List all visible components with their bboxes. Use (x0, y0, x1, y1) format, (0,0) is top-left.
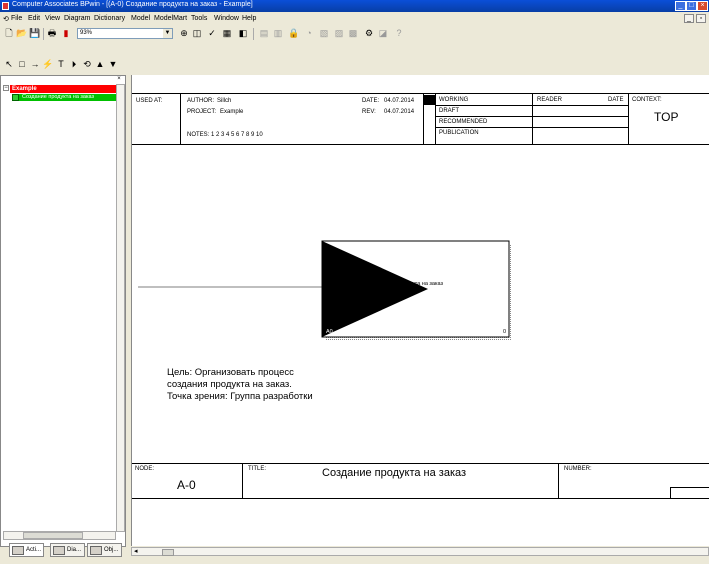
diagram-title: Создание продукта на заказ (322, 467, 467, 479)
close-button[interactable]: × (697, 1, 708, 11)
spell-check-icon[interactable]: ✓ (206, 28, 218, 39)
arrow-tool-icon[interactable]: → (29, 59, 41, 70)
goal-line-1: Цель: Организовать процесс (167, 367, 294, 378)
app-icon (2, 2, 9, 10)
modelmart-icon-4[interactable]: ▧ (318, 28, 330, 39)
reference-tool-icon[interactable]: ⟲ (81, 59, 93, 70)
tab-activities[interactable]: Acti... (9, 543, 44, 557)
panel-close-icon[interactable]: × (114, 76, 124, 82)
mdi-minimize-button[interactable]: _ (684, 14, 694, 23)
tree-root-item[interactable]: Example (10, 85, 118, 93)
menu-view[interactable]: View (45, 15, 60, 22)
menu-file[interactable]: File (11, 15, 22, 22)
report-icon-2[interactable]: ◪ (377, 28, 389, 39)
new-icon[interactable]: 🗋 (3, 28, 15, 39)
open-icon[interactable]: 📂 (16, 28, 28, 39)
activity-cost: 0 (503, 329, 507, 335)
off-page-tool-icon[interactable]: ⏵ (68, 59, 80, 70)
zoom-value: 93% (80, 30, 93, 36)
modelmart-icon-1[interactable]: ▤ (258, 28, 270, 39)
lock-icon[interactable]: 🔒 (288, 28, 300, 39)
activity-name[interactable]: Создание продукта на заказ (371, 281, 443, 287)
goal-text: Цель: Организовать процесс создания прод… (167, 367, 313, 403)
number-label: NUMBER: (564, 466, 592, 472)
canvas-scroll-thumb[interactable] (162, 549, 174, 556)
tab-objects[interactable]: Obj... (87, 543, 122, 557)
scroll-left-icon[interactable]: ◂ (134, 548, 138, 555)
menu-window[interactable]: Window (214, 15, 239, 22)
zoom-in-icon[interactable]: ⊕ (178, 28, 190, 39)
zoom-select[interactable]: 93% ▼ (77, 28, 173, 39)
menu-help[interactable]: Help (242, 15, 256, 22)
activities-tab-icon (12, 546, 24, 555)
main-toolbar: 🗋 📂 💾 🖶 ▮ 93% ▼ ⊕ ◫ ✓ ▦ ◧ ▤ ▥ 🔒 ◔ ▧ ▨ ▩ … (0, 26, 709, 42)
color-icon[interactable]: ▮ (60, 28, 72, 39)
model-explorer-icon[interactable]: ▦ (221, 28, 233, 39)
title-bar: Computer Associates BPwin - [(A-0) Созда… (0, 0, 709, 12)
window-title: Computer Associates BPwin - [(A-0) Созда… (12, 1, 253, 8)
save-icon[interactable]: 💾 (29, 28, 41, 39)
menu-dictionary[interactable]: Dictionary (94, 15, 125, 22)
title-label: TITLE: (248, 466, 267, 472)
chevron-down-icon[interactable]: ▼ (163, 29, 172, 38)
tree-child-label: Создание продукта на заказ (22, 94, 95, 100)
model-explorer: × − Example Создание продукта на заказ (0, 75, 126, 547)
diagram-canvas[interactable]: USED AT: AUTHOR: Sillch PROJECT: Example… (131, 75, 709, 546)
go-parent-icon[interactable]: ▲ (94, 59, 106, 70)
tree-child-item[interactable]: Создание продукта на заказ (12, 94, 116, 101)
diagram-footer: NODE: A-0 TITLE: Создание продукта на за… (132, 463, 709, 499)
help-icon[interactable]: ? (393, 28, 405, 39)
modelmart-icon-6[interactable]: ▩ (347, 28, 359, 39)
diagrams-tab-icon (53, 546, 65, 555)
zoom-fit-icon[interactable]: ◫ (191, 28, 203, 39)
canvas-scrollbar[interactable]: ◂ (131, 547, 709, 556)
menu-edit[interactable]: Edit (28, 15, 40, 22)
goal-line-3: Точка зрения: Группа разработки (167, 391, 313, 402)
pointer-tool-icon[interactable]: ↖ (3, 59, 15, 70)
node-value: A-0 (177, 478, 196, 492)
squiggle-tool-icon[interactable]: ⚡ (42, 59, 54, 70)
tab-activities-label: Acti... (26, 547, 42, 553)
modelmart-icon-2[interactable]: ▥ (272, 28, 284, 39)
drawing-toolbar: ↖ □ → ⚡ T ⏵ ⟲ ▲ ▼ (0, 57, 140, 73)
tab-diagrams-label: Dia... (67, 547, 82, 553)
minimize-button[interactable]: _ (675, 1, 686, 11)
objects-tab-icon (90, 546, 102, 555)
tree-vertical-scrollbar[interactable] (116, 84, 125, 532)
maximize-button[interactable]: □ (686, 1, 697, 11)
mdi-restore-button[interactable]: ▫ (696, 14, 706, 23)
tab-objects-label: Obj... (104, 547, 119, 553)
activity-number: A0 (326, 329, 333, 335)
goal-line-2: создания продукта на заказ. (167, 379, 292, 390)
diagram-icon[interactable]: ◧ (237, 28, 249, 39)
menu-icon[interactable]: ⟲ (3, 15, 9, 23)
activity-box-tool-icon[interactable]: □ (16, 59, 28, 70)
menu-modelmart[interactable]: ModelMart (154, 15, 187, 22)
modelmart-icon-5[interactable]: ▨ (333, 28, 345, 39)
tree-scroll-thumb[interactable] (23, 532, 83, 539)
menu-diagram[interactable]: Diagram (64, 15, 90, 22)
tab-diagrams[interactable]: Dia... (50, 543, 85, 557)
collapse-icon[interactable]: − (3, 85, 9, 91)
go-child-icon[interactable]: ▼ (107, 59, 119, 70)
text-tool-icon[interactable]: T (55, 59, 67, 70)
menu-model[interactable]: Model (131, 15, 150, 22)
node-label: NODE: (135, 466, 155, 472)
menu-bar: ⟲ File Edit View Diagram Dictionary Mode… (0, 12, 709, 26)
activity-icon (12, 94, 19, 101)
menu-tools[interactable]: Tools (191, 15, 207, 22)
report-icon[interactable]: ⚙ (363, 28, 375, 39)
modelmart-icon-3[interactable]: ◔ (303, 28, 315, 39)
print-icon[interactable]: 🖶 (46, 28, 58, 39)
